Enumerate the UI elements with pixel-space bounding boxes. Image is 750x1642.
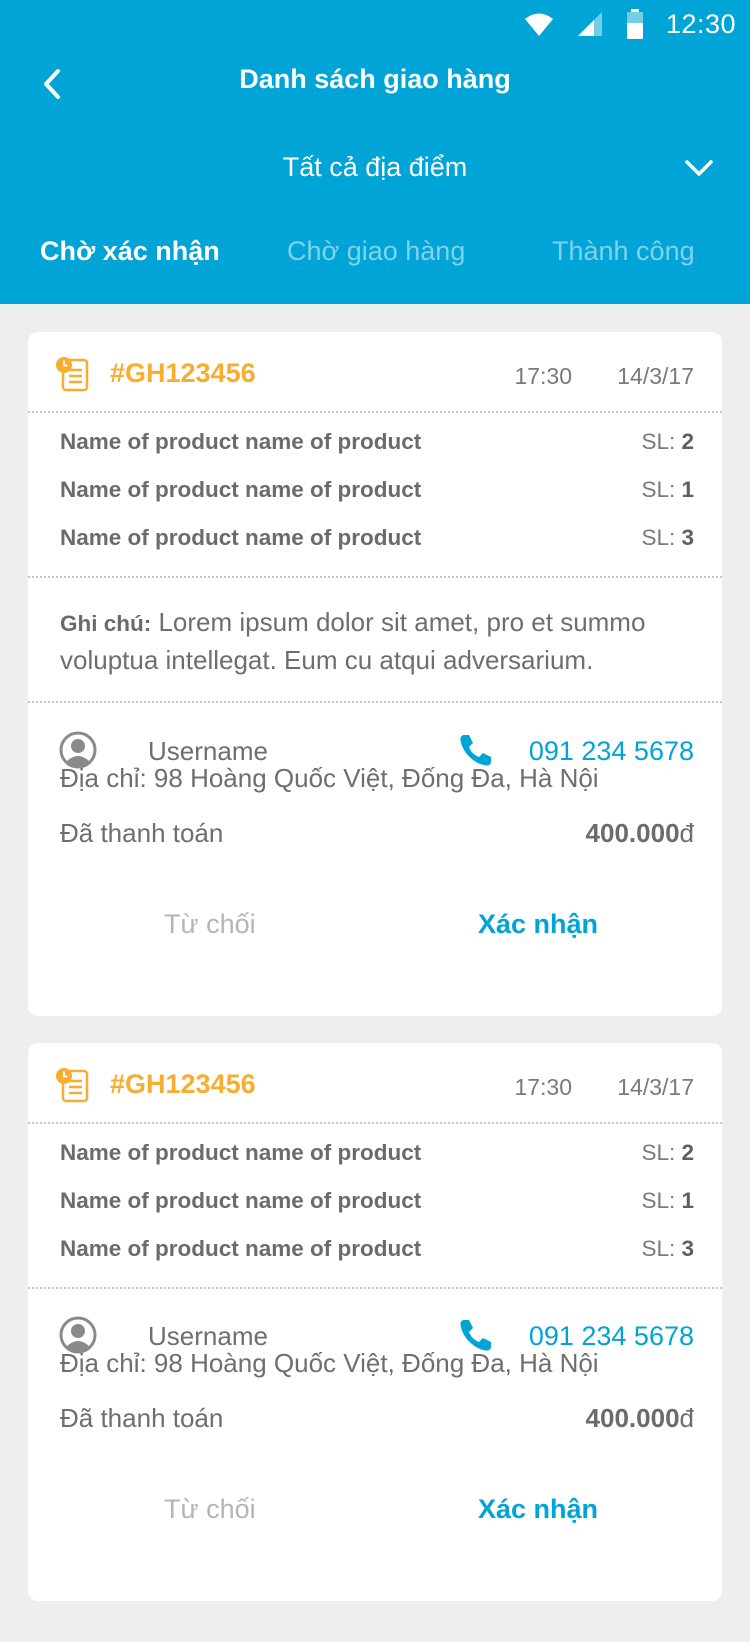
- app-bar: 12:30 Danh sách giao hàng Tất cả địa điể…: [0, 0, 750, 304]
- product-quantity: SL: 3: [641, 525, 694, 550]
- order-receipt-icon: [56, 357, 89, 392]
- order-card: #GH123456 17:30 14/3/17 Name of product …: [28, 1043, 722, 1601]
- divider: [28, 411, 722, 413]
- location-filter-dropdown[interactable]: Tất cả địa điểm: [0, 148, 750, 192]
- delivery-address: Địa chỉ: 98 Hoàng Quốc Việt, Đống Đa, Hà…: [60, 1348, 599, 1378]
- divider: [28, 1287, 722, 1289]
- order-id: #GH123456: [110, 358, 256, 388]
- product-quantity: SL: 3: [641, 1236, 694, 1261]
- note-label: Ghi chú:: [60, 611, 152, 636]
- order-time: 17:30: [514, 1074, 572, 1100]
- reject-button[interactable]: Từ chối: [164, 1494, 256, 1525]
- payment-status: Đã thanh toán: [60, 1403, 224, 1433]
- product-name: Name of product name of product: [60, 1236, 422, 1261]
- order-receipt-icon: [56, 1068, 89, 1103]
- signal-icon: [577, 12, 602, 36]
- order-date: 14/3/17: [617, 363, 694, 389]
- status-bar: 12:30: [524, 6, 736, 42]
- product-quantity: SL: 2: [641, 1140, 694, 1165]
- divider: [28, 701, 722, 703]
- page-title: Danh sách giao hàng: [239, 64, 511, 94]
- product-name: Name of product name of product: [60, 1140, 422, 1165]
- reject-button[interactable]: Từ chối: [164, 909, 256, 940]
- payment-status: Đã thanh toán: [60, 818, 224, 848]
- order-header: #GH123456 17:30 14/3/17: [28, 1043, 722, 1122]
- product-row: Name of product name of product SL: 2: [60, 1140, 694, 1174]
- wifi-icon: [524, 13, 553, 36]
- product-quantity: SL: 1: [641, 477, 694, 502]
- payment-row: Đã thanh toán 400.000đ: [60, 1403, 694, 1439]
- payment-row: Đã thanh toán 400.000đ: [60, 818, 694, 854]
- tab-thanh-cong[interactable]: Thành công: [552, 236, 695, 267]
- order-header: #GH123456 17:30 14/3/17: [28, 332, 722, 411]
- confirm-button[interactable]: Xác nhận: [478, 1494, 598, 1525]
- order-id: #GH123456: [110, 1069, 256, 1099]
- location-filter-label: Tất cả địa điểm: [282, 152, 468, 182]
- order-date: 14/3/17: [617, 1074, 694, 1100]
- product-row: Name of product name of product SL: 1: [60, 477, 694, 511]
- divider: [28, 1122, 722, 1124]
- order-note: Ghi chú: Lorem ipsum dolor sit amet, pro…: [60, 604, 694, 678]
- payment-amount: 400.000đ: [585, 1403, 694, 1433]
- tab-cho-xac-nhan[interactable]: Chờ xác nhận: [40, 236, 220, 267]
- payment-amount: 400.000đ: [585, 818, 694, 848]
- confirm-button[interactable]: Xác nhận: [478, 909, 598, 940]
- order-time: 17:30: [514, 363, 572, 389]
- product-name: Name of product name of product: [60, 429, 422, 454]
- product-name: Name of product name of product: [60, 525, 422, 550]
- product-name: Name of product name of product: [60, 1188, 422, 1213]
- product-row: Name of product name of product SL: 3: [60, 1236, 694, 1270]
- product-quantity: SL: 1: [641, 1188, 694, 1213]
- divider: [28, 576, 722, 578]
- status-time: 12:30: [665, 8, 736, 39]
- tab-cho-giao-hang[interactable]: Chờ giao hàng: [287, 236, 465, 267]
- product-name: Name of product name of product: [60, 477, 422, 502]
- delivery-address: Địa chỉ: 98 Hoàng Quốc Việt, Đống Đa, Hà…: [60, 763, 599, 793]
- status-tabs: Chờ xác nhận Chờ giao hàng Thành công: [0, 236, 750, 280]
- product-row: Name of product name of product SL: 3: [60, 525, 694, 559]
- product-row: Name of product name of product SL: 2: [60, 429, 694, 463]
- product-quantity: SL: 2: [641, 429, 694, 454]
- product-row: Name of product name of product SL: 1: [60, 1188, 694, 1222]
- battery-icon: [626, 9, 643, 39]
- order-card: #GH123456 17:30 14/3/17 Name of product …: [28, 332, 722, 1016]
- chevron-down-icon: [685, 160, 713, 176]
